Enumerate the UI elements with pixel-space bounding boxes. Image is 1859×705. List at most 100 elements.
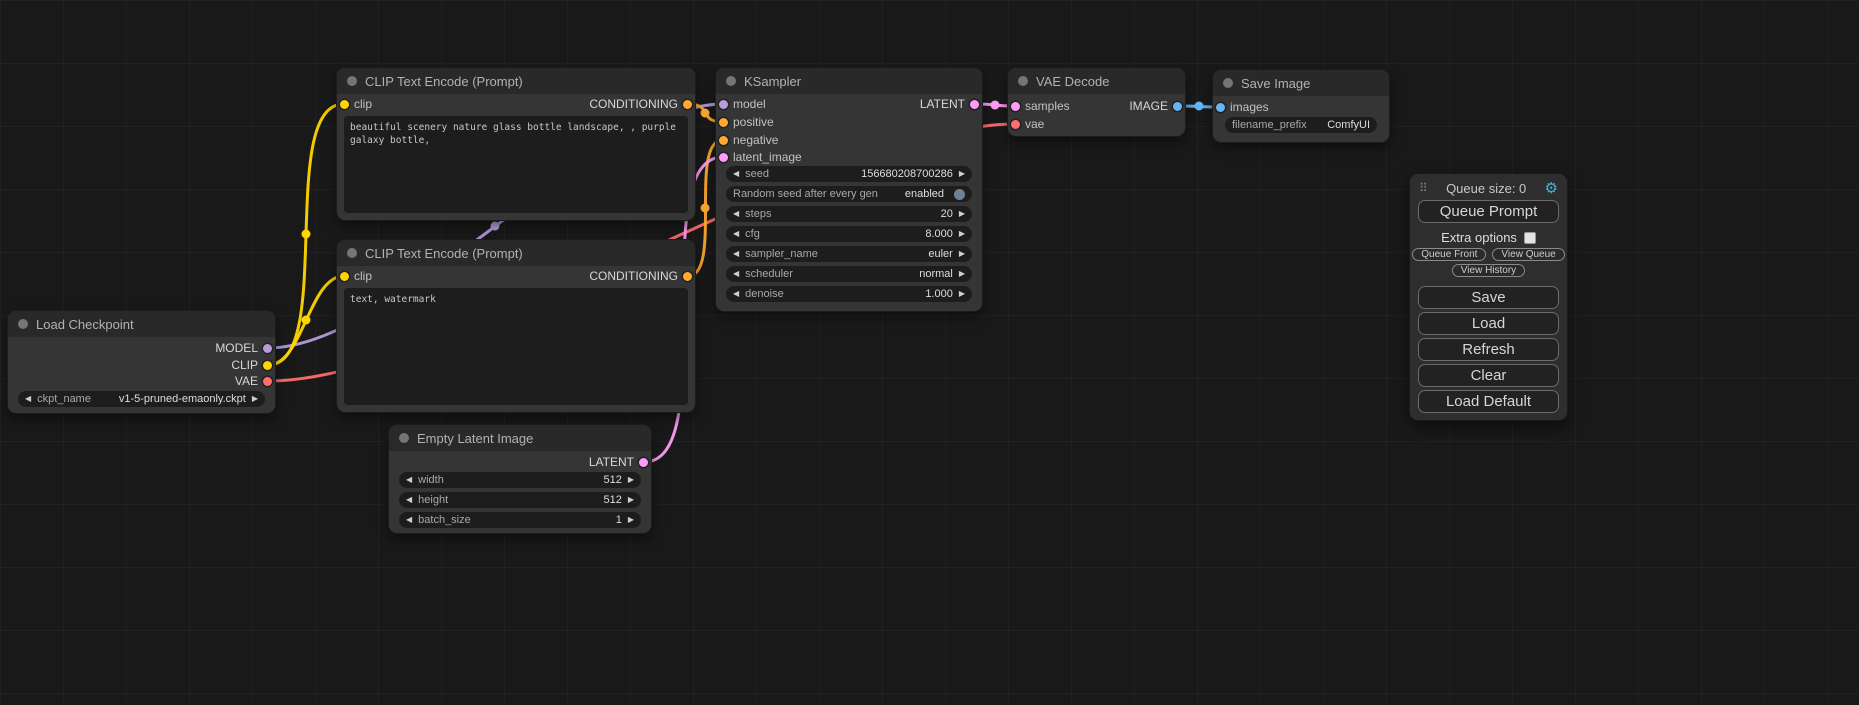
negative-prompt-textarea[interactable]: text, watermark xyxy=(344,288,688,405)
node-load-checkpoint[interactable]: Load Checkpoint MODEL CLIP VAE ◀ ckpt_na… xyxy=(8,311,275,413)
steps-widget[interactable]: ◀ steps 20 ▶ xyxy=(726,206,972,222)
arrow-left-icon[interactable]: ◀ xyxy=(406,516,412,524)
arrow-right-icon[interactable]: ▶ xyxy=(959,210,965,218)
clip-input-dot[interactable] xyxy=(340,100,349,109)
collapse-dot[interactable] xyxy=(347,248,357,258)
random-seed-toggle[interactable]: Random seed after every gen enabled xyxy=(726,186,972,202)
toggle-indicator[interactable] xyxy=(954,189,965,200)
arrow-left-icon[interactable]: ◀ xyxy=(406,476,412,484)
arrow-right-icon[interactable]: ▶ xyxy=(252,395,258,403)
input-slot-vae: vae xyxy=(1011,117,1044,131)
node-vae-decode-titlebar[interactable]: VAE Decode xyxy=(1008,68,1185,94)
arrow-right-icon[interactable]: ▶ xyxy=(959,250,965,258)
arrow-right-icon[interactable]: ▶ xyxy=(959,230,965,238)
latent-image-input-dot[interactable] xyxy=(719,153,728,162)
scheduler-widget[interactable]: ◀ scheduler normal ▶ xyxy=(726,266,972,282)
arrow-left-icon[interactable]: ◀ xyxy=(733,210,739,218)
node-clip-text-encode-negative[interactable]: CLIP Text Encode (Prompt) clip CONDITION… xyxy=(337,240,695,412)
clear-button[interactable]: Clear xyxy=(1418,364,1559,387)
queue-front-button[interactable]: Queue Front xyxy=(1412,248,1486,261)
filename-prefix-widget[interactable]: filename_prefix ComfyUI xyxy=(1225,117,1377,133)
arrow-right-icon[interactable]: ▶ xyxy=(959,270,965,278)
node-clip-text-encode-positive[interactable]: CLIP Text Encode (Prompt) clip CONDITION… xyxy=(337,68,695,220)
image-output-dot[interactable] xyxy=(1173,102,1182,111)
node-title: KSampler xyxy=(744,74,801,89)
widget-label: batch_size xyxy=(418,514,471,526)
graph-canvas[interactable]: Load Checkpoint MODEL CLIP VAE ◀ ckpt_na… xyxy=(0,0,1859,705)
node-save-image[interactable]: Save Image images filename_prefix ComfyU… xyxy=(1213,70,1389,142)
node-load-checkpoint-titlebar[interactable]: Load Checkpoint xyxy=(8,311,275,337)
widget-value: v1-5-pruned-emaonly.ckpt xyxy=(119,393,246,405)
output-slot-conditioning: CONDITIONING xyxy=(589,269,692,283)
output-slot-conditioning: CONDITIONING xyxy=(589,97,692,111)
arrow-left-icon[interactable]: ◀ xyxy=(733,170,739,178)
arrow-left-icon[interactable]: ◀ xyxy=(733,250,739,258)
arrow-left-icon[interactable]: ◀ xyxy=(733,270,739,278)
input-slot-samples: samples xyxy=(1011,99,1070,113)
view-history-button[interactable]: View History xyxy=(1452,264,1525,277)
width-widget[interactable]: ◀ width 512 ▶ xyxy=(399,472,641,488)
node-empty-latent-image[interactable]: Empty Latent Image LATENT ◀ width 512 ▶ … xyxy=(389,425,651,533)
node-vae-decode[interactable]: VAE Decode samples vae IMAGE xyxy=(1008,68,1185,136)
arrow-left-icon[interactable]: ◀ xyxy=(733,290,739,298)
seed-widget[interactable]: ◀ seed 156680208700286 ▶ xyxy=(726,166,972,182)
queue-prompt-button[interactable]: Queue Prompt xyxy=(1418,200,1559,223)
collapse-dot[interactable] xyxy=(399,433,409,443)
collapse-dot[interactable] xyxy=(18,319,28,329)
collapse-dot[interactable] xyxy=(347,76,357,86)
node-clip-text-encode-titlebar[interactable]: CLIP Text Encode (Prompt) xyxy=(337,240,695,266)
node-save-image-titlebar[interactable]: Save Image xyxy=(1213,70,1389,96)
images-input-dot[interactable] xyxy=(1216,103,1225,112)
arrow-right-icon[interactable]: ▶ xyxy=(628,516,634,524)
slot-label: model xyxy=(733,97,766,111)
model-input-dot[interactable] xyxy=(719,100,728,109)
positive-input-dot[interactable] xyxy=(719,118,728,127)
extra-options-checkbox[interactable] xyxy=(1524,232,1536,244)
slot-label: IMAGE xyxy=(1129,99,1168,113)
arrow-right-icon[interactable]: ▶ xyxy=(959,290,965,298)
samples-input-dot[interactable] xyxy=(1011,102,1020,111)
input-slot-clip: clip xyxy=(340,269,372,283)
ckpt-name-widget[interactable]: ◀ ckpt_name v1-5-pruned-emaonly.ckpt ▶ xyxy=(18,391,265,407)
model-output-dot[interactable] xyxy=(263,344,272,353)
conditioning-output-dot[interactable] xyxy=(683,100,692,109)
view-queue-button[interactable]: View Queue xyxy=(1492,248,1564,261)
collapse-dot[interactable] xyxy=(726,76,736,86)
latent-output-dot[interactable] xyxy=(639,458,648,467)
negative-input-dot[interactable] xyxy=(719,136,728,145)
height-widget[interactable]: ◀ height 512 ▶ xyxy=(399,492,641,508)
denoise-widget[interactable]: ◀ denoise 1.000 ▶ xyxy=(726,286,972,302)
arrow-right-icon[interactable]: ▶ xyxy=(959,170,965,178)
drag-handle-icon[interactable]: ⠿ xyxy=(1419,181,1428,195)
collapse-dot[interactable] xyxy=(1223,78,1233,88)
widget-value: 1.000 xyxy=(925,288,953,300)
positive-prompt-textarea[interactable]: beautiful scenery nature glass bottle la… xyxy=(344,116,688,213)
arrow-left-icon[interactable]: ◀ xyxy=(733,230,739,238)
vae-output-dot[interactable] xyxy=(263,377,272,386)
widget-value: 20 xyxy=(941,208,953,220)
refresh-button[interactable]: Refresh xyxy=(1418,338,1559,361)
arrow-left-icon[interactable]: ◀ xyxy=(406,496,412,504)
sampler-name-widget[interactable]: ◀ sampler_name euler ▶ xyxy=(726,246,972,262)
batch-size-widget[interactable]: ◀ batch_size 1 ▶ xyxy=(399,512,641,528)
cfg-widget[interactable]: ◀ cfg 8.000 ▶ xyxy=(726,226,972,242)
collapse-dot[interactable] xyxy=(1018,76,1028,86)
node-clip-text-encode-titlebar[interactable]: CLIP Text Encode (Prompt) xyxy=(337,68,695,94)
load-default-button[interactable]: Load Default xyxy=(1418,390,1559,413)
vae-input-dot[interactable] xyxy=(1011,120,1020,129)
node-ksampler-titlebar[interactable]: KSampler xyxy=(716,68,982,94)
arrow-left-icon[interactable]: ◀ xyxy=(25,395,31,403)
node-ksampler[interactable]: KSampler model positive negative latent_… xyxy=(716,68,982,311)
widget-value: normal xyxy=(919,268,953,280)
settings-gear-icon[interactable]: ⚙ xyxy=(1545,179,1558,197)
save-button[interactable]: Save xyxy=(1418,286,1559,309)
arrow-right-icon[interactable]: ▶ xyxy=(628,476,634,484)
clip-input-dot[interactable] xyxy=(340,272,349,281)
node-empty-latent-image-titlebar[interactable]: Empty Latent Image xyxy=(389,425,651,451)
conditioning-output-dot[interactable] xyxy=(683,272,692,281)
load-button[interactable]: Load xyxy=(1418,312,1559,335)
latent-output-dot[interactable] xyxy=(970,100,979,109)
arrow-right-icon[interactable]: ▶ xyxy=(628,496,634,504)
input-slot-negative: negative xyxy=(719,133,778,147)
clip-output-dot[interactable] xyxy=(263,361,272,370)
